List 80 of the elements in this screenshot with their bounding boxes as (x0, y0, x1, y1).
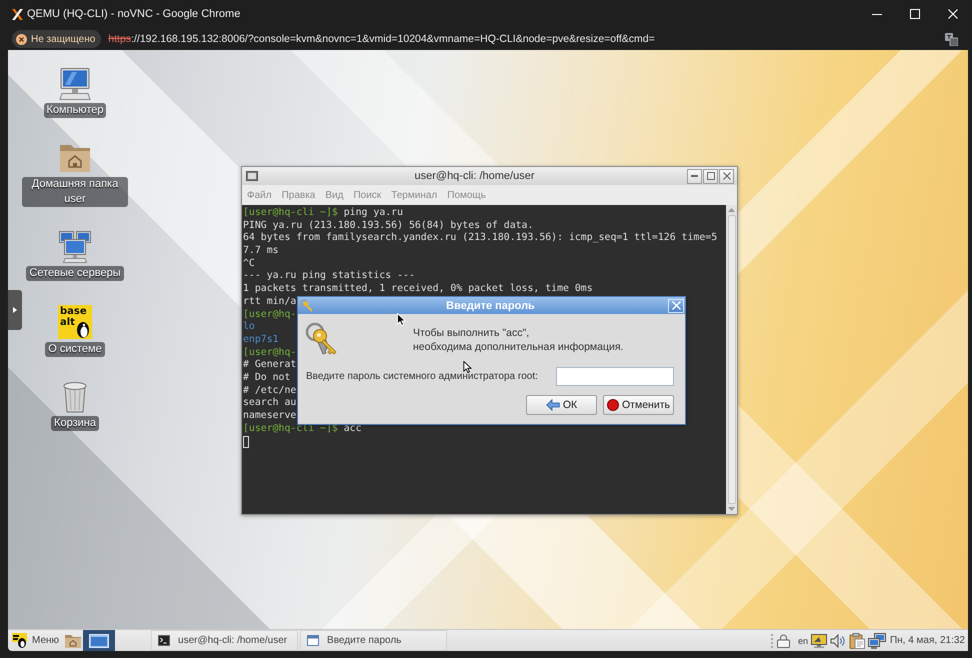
monitor-icon[interactable] (58, 68, 92, 100)
terminal-line: [user@hq-cli ~]$ ping ya.ru (243, 207, 404, 220)
sidebar-toggle-button[interactable] (8, 290, 22, 330)
shortcut-label[interactable]: Компьютер (44, 103, 106, 118)
clock[interactable]: Пн, 4 мая, 21:32 (890, 635, 965, 646)
menu-item[interactable]: Терминал (391, 190, 438, 200)
mouse-pointer-icon (463, 361, 472, 373)
dialog-message: Чтобы выполнить "acc", необходима дополнительная информация. (413, 326, 624, 354)
window-title: QEMU (HQ-CLI) - noVNC - Google Chrome (27, 8, 240, 20)
translate-icon[interactable] (945, 32, 958, 46)
minimize-icon (691, 175, 698, 177)
minimize-button[interactable] (687, 168, 702, 184)
terminal-line: 64 bytes from familysearch.yandex.ru (213.180.193.56): icmp_seq=1 ttl=126 time=5 (243, 232, 718, 246)
terminal-line: nameserve (243, 410, 296, 423)
mascot-icon (74, 320, 91, 338)
terminal-line: 7.7 ms (243, 245, 279, 258)
menu-item[interactable]: Вид (325, 190, 344, 200)
close-icon (672, 301, 680, 310)
shortcut-label[interactable]: Домашняя папка user (22, 177, 128, 207)
start-menu-button[interactable]: Меню (8, 630, 64, 651)
stop-icon (607, 399, 619, 411)
keyboard-layout[interactable]: en (798, 636, 808, 646)
keys-icon (300, 299, 313, 312)
clipboard-icon[interactable] (848, 632, 865, 648)
folder-icon[interactable] (65, 634, 82, 648)
taskbar-task[interactable]: user@hq-cli: /home/user (151, 630, 298, 651)
terminal-line: enp7s1 (243, 334, 279, 347)
terminal-line: # Generat (243, 359, 296, 372)
shortcut-label[interactable]: О системе (45, 342, 105, 357)
caret-icon (13, 307, 17, 313)
password-field[interactable] (556, 367, 674, 386)
terminal-line: --- ya.ru ping statistics --- (243, 270, 415, 284)
close-icon (722, 172, 730, 180)
cancel-button[interactable]: Отменить (603, 395, 674, 415)
logo-text: base alt (60, 306, 87, 328)
terminal-line: # /etc/ne (243, 384, 296, 398)
dialog-title: Введите пароль (445, 298, 536, 312)
close-icon (948, 9, 958, 19)
address-bar-url[interactable]: https://192.168.195.132:8006/?console=kvm&novnc=1&vmid=10204&vmname=HQ-CLI&node=pve&resize=off&cmd= (108, 33, 655, 45)
menu-item[interactable]: Правка (282, 190, 316, 200)
terminal-line: PING ya.ru (213.180.193.56) 56(84) bytes of data. (243, 220, 534, 232)
logo-tile[interactable]: base alt (58, 305, 92, 339)
menu-item[interactable]: Поиск (353, 190, 382, 200)
mouse-pointer-icon (397, 313, 406, 326)
window-icon (307, 635, 320, 646)
network-computers-icon[interactable] (58, 231, 92, 263)
home-folder-icon[interactable] (58, 142, 92, 174)
show-desktop-button[interactable] (83, 630, 116, 651)
menu-item[interactable]: Помощь (447, 190, 486, 200)
terminal-line: rtt min/a (243, 296, 296, 309)
logo-icon (12, 8, 23, 20)
maximize-icon (706, 172, 714, 180)
screen-icon (89, 634, 110, 648)
maximize-icon (910, 9, 920, 19)
terminal-line: ^C (243, 258, 255, 270)
field-label: Введите пароль системного администратора root: (306, 371, 538, 382)
window-title: user@hq-cli: /home/user (414, 170, 536, 182)
terminal-line: search au (243, 397, 296, 410)
ok-button[interactable]: ОК (526, 395, 597, 415)
shortcut-label[interactable]: Сетевые серверы (26, 266, 124, 281)
menu-logo-icon (12, 633, 27, 648)
terminal-icon (246, 171, 258, 181)
terminal-line: 1 packets transmitted, 1 received, 0% packet loss, time 0ms (243, 283, 593, 296)
security-chip[interactable]: Не защищено (12, 30, 102, 48)
x-circle-icon (16, 34, 27, 44)
shortcut-label[interactable]: Корзина (51, 416, 99, 431)
taskbar-task[interactable]: Введите пароль (300, 630, 448, 651)
terminal-line: [user@hq- (243, 308, 296, 322)
display-icon[interactable] (810, 634, 827, 648)
lock-icon[interactable] (776, 634, 790, 648)
terminal-line: lo (243, 321, 255, 334)
terminal-line: [user@hq- (243, 346, 296, 360)
scrollbar-thumb[interactable] (728, 215, 736, 504)
terminal-line: # Do not (243, 372, 290, 385)
arrow-icon (546, 399, 560, 411)
volume-icon[interactable] (830, 634, 846, 648)
terminal-icon (158, 635, 170, 646)
grip-icon (770, 634, 773, 648)
network-icon[interactable] (868, 632, 886, 648)
menu-item[interactable]: Файл (247, 190, 272, 200)
